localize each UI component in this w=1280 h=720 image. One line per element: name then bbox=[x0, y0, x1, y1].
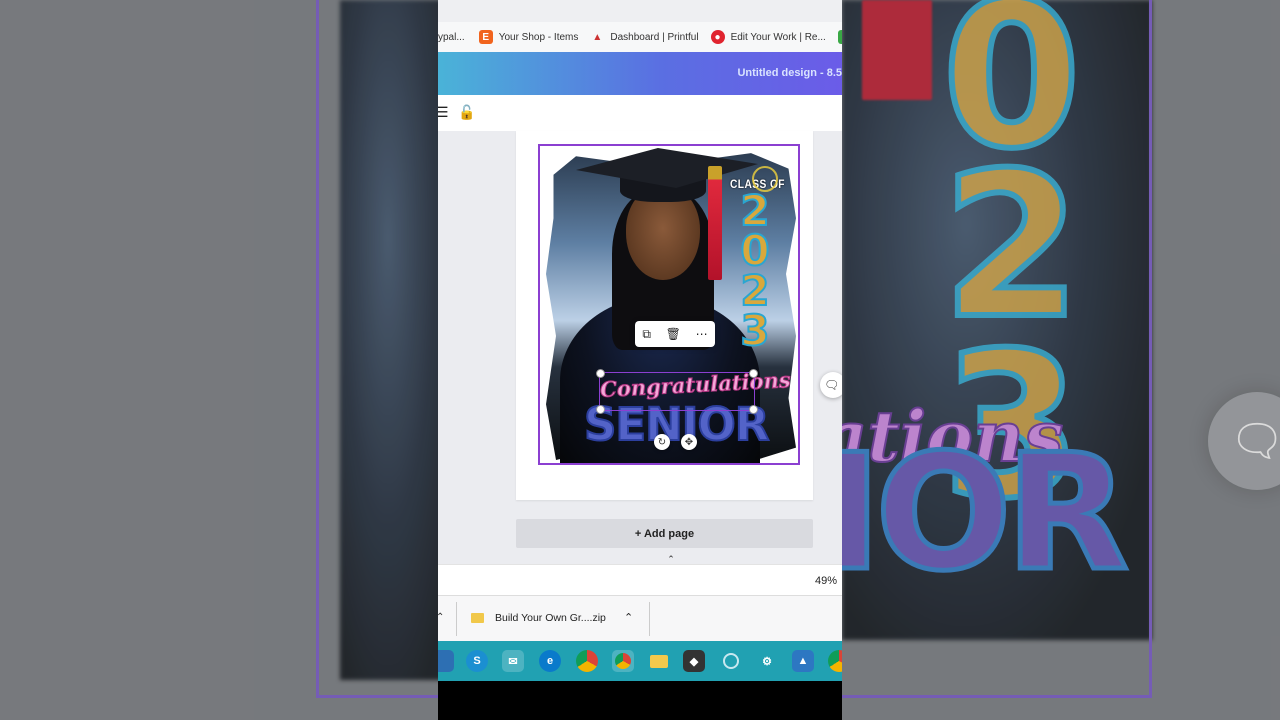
zoom-level[interactable]: 49% bbox=[815, 575, 837, 587]
design-artwork[interactable]: CLASS OF 2 0 2 3 Congratulations SENIOR … bbox=[538, 144, 800, 465]
browser-tab-strip bbox=[438, 0, 842, 22]
settings-icon[interactable]: ⚙ bbox=[756, 650, 778, 672]
app-icon[interactable]: ◆ bbox=[683, 650, 705, 672]
bookmarks-bar: ypal... E Your Shop - Items ▲ Dashboard … bbox=[438, 22, 842, 52]
chrome-icon[interactable] bbox=[612, 650, 634, 672]
year-digit: 2 bbox=[739, 266, 770, 315]
chevron-up-icon[interactable]: ⌃ bbox=[624, 611, 633, 624]
editor-footer: 49% bbox=[438, 564, 842, 596]
bookmark-item-your-shop[interactable]: E Your Shop - Items bbox=[478, 30, 579, 44]
download-filename: Build Your Own Gr....zip bbox=[495, 612, 606, 624]
bookmark-label: Dashboard | Printful bbox=[610, 31, 699, 43]
edge-icon[interactable] bbox=[438, 650, 454, 672]
windows-taskbar: S ✉ e ◆ ⚙ ▲ bbox=[438, 641, 842, 681]
resize-handle[interactable] bbox=[596, 405, 605, 414]
more-icon[interactable]: ⋯ bbox=[696, 327, 708, 341]
year-digit: 0 bbox=[739, 226, 770, 275]
selection-box[interactable] bbox=[599, 372, 755, 411]
printful-icon: ▲ bbox=[592, 31, 603, 43]
add-page-button[interactable]: + Add page bbox=[516, 519, 813, 548]
etsy-icon: E bbox=[478, 30, 493, 44]
duplicate-icon[interactable]: ⧉ bbox=[642, 327, 651, 342]
zip-folder-icon bbox=[471, 613, 484, 623]
year-digit: 3 bbox=[739, 306, 770, 355]
chrome-icon[interactable] bbox=[576, 650, 598, 672]
chrome-icon[interactable] bbox=[828, 650, 842, 672]
screen-recording: ypal... E Your Shop - Items ▲ Dashboard … bbox=[438, 0, 842, 720]
bookmark-label: ypal... bbox=[438, 31, 465, 43]
bookmark-item[interactable]: ypal... bbox=[438, 32, 465, 43]
cortana-icon[interactable] bbox=[720, 650, 742, 672]
photos-icon[interactable]: ▲ bbox=[792, 650, 814, 672]
downloads-bar: ⌃ Build Your Own Gr....zip ⌃ bbox=[438, 595, 842, 642]
rotate-icon[interactable]: ↻ bbox=[654, 434, 670, 450]
bookmark-item-printful[interactable]: ▲ Dashboard | Printful bbox=[590, 30, 698, 44]
cap-tassel bbox=[708, 166, 722, 280]
comment-icon[interactable]: 🗨 bbox=[820, 372, 842, 398]
folder-icon[interactable] bbox=[648, 650, 670, 672]
download-item[interactable]: Build Your Own Gr....zip bbox=[471, 612, 606, 624]
skype-icon[interactable]: S bbox=[466, 650, 488, 672]
paint-roller-icon[interactable]: ☰ bbox=[438, 104, 449, 121]
mail-icon[interactable]: ✉ bbox=[502, 650, 524, 672]
blurred-background-left bbox=[0, 0, 438, 720]
letterbox-bar bbox=[438, 681, 842, 720]
bookmark-label: Edit Your Work | Re... bbox=[730, 31, 826, 43]
redbubble-icon: ● bbox=[710, 30, 725, 44]
bookmark-label: Your Shop - Items bbox=[498, 31, 579, 43]
resize-handle[interactable] bbox=[749, 405, 758, 414]
year-digit: 2 bbox=[739, 186, 770, 235]
chevron-up-icon[interactable]: ⌃ bbox=[664, 554, 678, 564]
editor-toolbar: ☰ 🔓 bbox=[438, 95, 842, 132]
resize-handle[interactable] bbox=[749, 369, 758, 378]
design-title[interactable]: Untitled design - 8.5 bbox=[737, 67, 842, 79]
shopify-icon bbox=[837, 30, 842, 44]
trash-icon[interactable]: 🗑 bbox=[666, 327, 681, 341]
blurred-background-right: 0 2 3 ations IOR 🗨 bbox=[842, 0, 1280, 720]
editor-header: Untitled design - 8.5 bbox=[438, 52, 842, 95]
bookmark-item-shopify[interactable] bbox=[837, 30, 842, 44]
resize-handle[interactable] bbox=[596, 369, 605, 378]
element-context-menu: ⧉ 🗑 ⋯ bbox=[635, 321, 715, 347]
lock-icon[interactable]: 🔓 bbox=[458, 104, 475, 121]
canvas-workspace: CLASS OF 2 0 2 3 Congratulations SENIOR … bbox=[438, 131, 842, 564]
move-icon[interactable]: ✥ bbox=[681, 434, 697, 450]
bookmark-item-redbubble[interactable]: ● Edit Your Work | Re... bbox=[710, 30, 826, 44]
edge-icon[interactable]: e bbox=[539, 650, 561, 672]
chevron-up-icon[interactable]: ⌃ bbox=[438, 612, 444, 623]
year-text[interactable]: 2 0 2 3 bbox=[737, 186, 773, 355]
